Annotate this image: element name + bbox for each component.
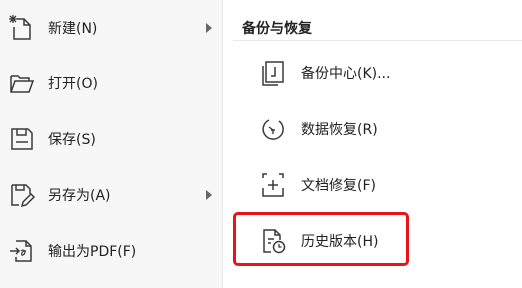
submenu-item-label: 备份中心(K)... xyxy=(301,66,391,82)
submenu-item-document-repair[interactable]: 文档修复(F) xyxy=(240,160,510,210)
folder-icon xyxy=(7,68,37,98)
menu-item-save-as[interactable]: 另存为(A) xyxy=(0,170,222,220)
export-pdf-icon xyxy=(7,236,37,266)
document-repair-icon xyxy=(258,170,288,200)
data-recovery-icon xyxy=(258,114,288,144)
menu-item-new[interactable]: 新建(N) xyxy=(0,3,222,53)
backup-center-icon xyxy=(258,58,288,88)
section-divider xyxy=(233,40,522,41)
menu-item-label: 输出为PDF(F) xyxy=(48,244,137,260)
menu-item-export-pdf[interactable]: 输出为PDF(F) xyxy=(0,226,222,276)
menu-item-label: 另存为(A) xyxy=(48,188,111,204)
submenu-item-label: 文档修复(F) xyxy=(301,178,376,194)
new-file-icon xyxy=(7,13,37,43)
submenu-item-label: 数据恢复(R) xyxy=(301,122,378,138)
menu-item-save[interactable]: 保存(S) xyxy=(0,114,222,164)
save-as-icon xyxy=(7,180,37,210)
menu-item-label: 打开(O) xyxy=(48,76,98,92)
submenu-item-data-recovery[interactable]: 数据恢复(R) xyxy=(240,104,510,154)
chevron-right-icon xyxy=(205,190,213,200)
backup-panel-title: 备份与恢复 xyxy=(242,21,312,37)
save-icon xyxy=(7,124,37,154)
submenu-item-backup-center[interactable]: 备份中心(K)... xyxy=(240,48,510,98)
chevron-right-icon xyxy=(205,23,213,33)
menu-item-open[interactable]: 打开(O) xyxy=(0,58,222,108)
pane-divider xyxy=(222,0,223,288)
menu-item-label: 保存(S) xyxy=(48,132,96,148)
highlight-box xyxy=(233,212,409,266)
menu-item-label: 新建(N) xyxy=(48,21,98,37)
